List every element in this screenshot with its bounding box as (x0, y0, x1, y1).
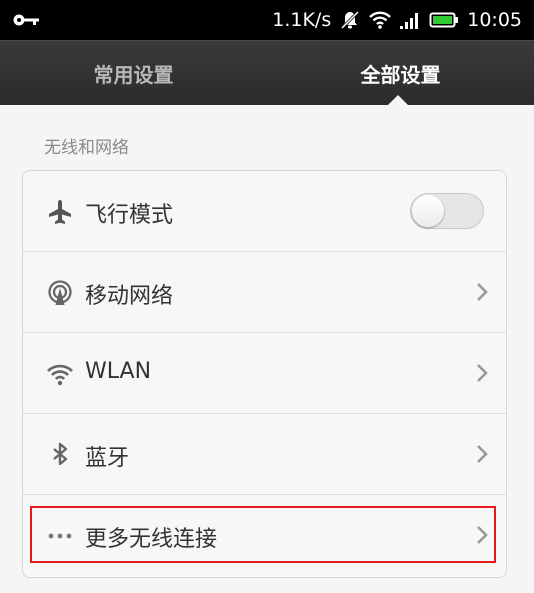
key-icon (13, 14, 39, 26)
list-item-wlan[interactable]: WLAN (23, 333, 506, 414)
clock: 10:05 (467, 9, 522, 31)
mobile-network-label: 移动网络 (85, 284, 174, 309)
bluetooth-label: 蓝牙 (85, 446, 130, 471)
airplane-mode-toggle[interactable] (410, 193, 484, 229)
chevron-right-icon (477, 445, 488, 463)
toggle-knob (412, 195, 444, 227)
chevron-right-icon (477, 283, 488, 301)
list-item-mobile-network[interactable]: 移动网络 (23, 252, 506, 333)
mute-icon (341, 10, 360, 30)
bluetooth-icon (53, 442, 68, 466)
tab-common-settings[interactable]: 常用设置 (0, 41, 267, 105)
wlan-label: WLAN (85, 359, 152, 384)
battery-icon (429, 12, 459, 28)
section-title: 无线和网络 (44, 138, 129, 158)
wifi-icon (369, 11, 392, 29)
mobile-network-icon (48, 280, 72, 305)
signal-icon (400, 13, 419, 29)
active-tab-indicator (387, 95, 409, 106)
airplane-mode-label: 飞行模式 (85, 203, 174, 228)
network-speed: 1.1K/s (272, 9, 332, 31)
status-bar: 1.1K/s 10:05 (0, 0, 534, 40)
highlight-box (30, 506, 496, 563)
airplane-icon (49, 200, 71, 224)
wifi-icon (47, 364, 73, 386)
settings-tab-bar: 常用设置 全部设置 (0, 40, 534, 106)
list-item-bluetooth[interactable]: 蓝牙 (23, 414, 506, 495)
list-item-airplane-mode[interactable]: 飞行模式 (23, 171, 506, 252)
chevron-right-icon (477, 364, 488, 382)
